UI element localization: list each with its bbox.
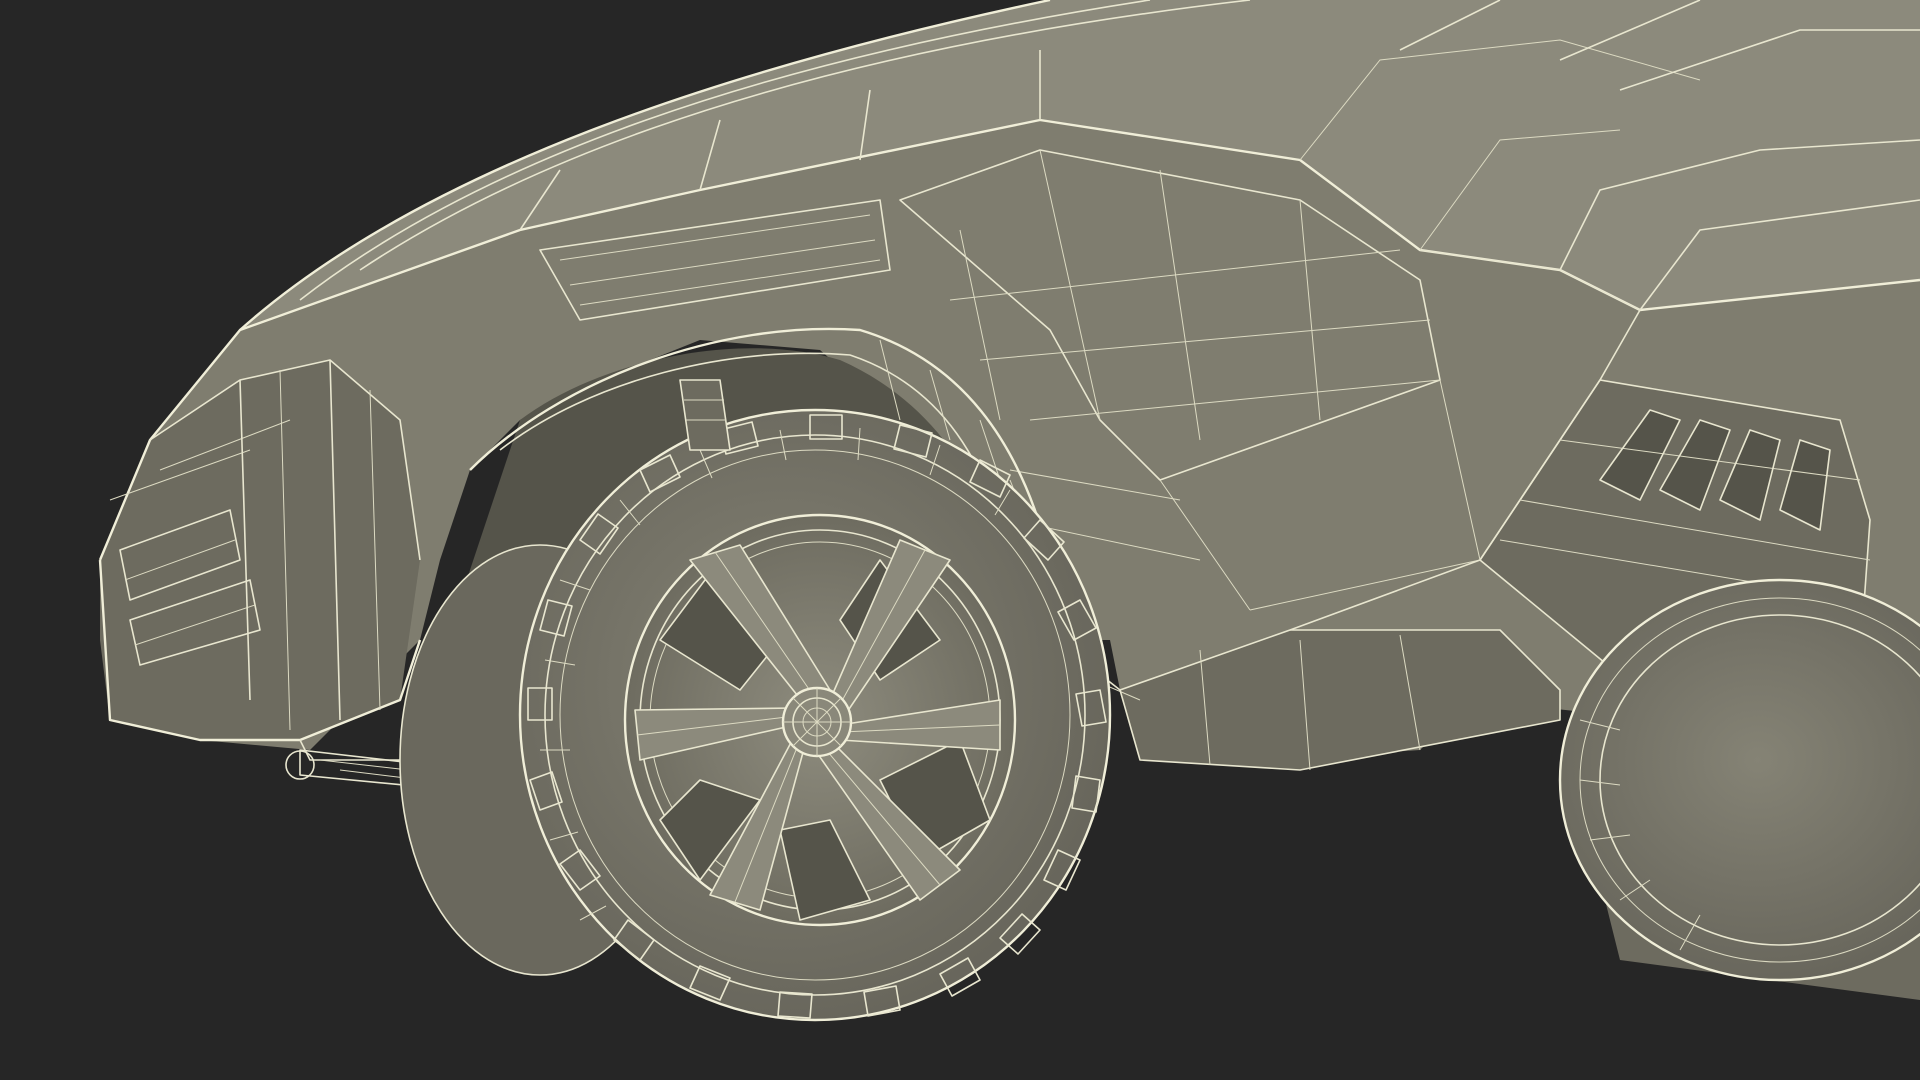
front-wheel [518,408,1112,1022]
render-viewport [0,0,1920,1080]
vehicle-wireframe-render [98,0,1920,1022]
